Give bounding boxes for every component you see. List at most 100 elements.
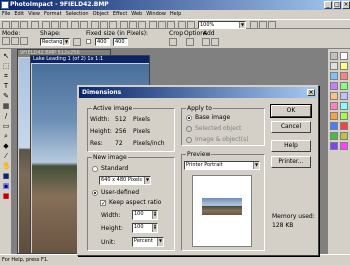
panel-icon[interactable] [330,92,338,100]
fixed-height-input[interactable]: 400 [113,38,128,46]
tool-e-icon[interactable] [129,21,137,29]
width-input[interactable]: 100 ▲ ▼ [132,210,158,220]
color-tool-icon[interactable]: ▣ [2,182,10,190]
panel-icon[interactable] [330,142,338,150]
print-icon[interactable] [31,21,39,29]
panel-icon[interactable] [340,142,348,150]
tool-d-icon[interactable] [120,21,128,29]
height-input[interactable]: 100 ▲ ▼ [132,223,158,233]
panel-icon[interactable] [330,62,338,70]
close-icon[interactable]: × [307,89,315,96]
fixed-size-checkbox[interactable] [86,39,91,44]
add-more-icon[interactable] [211,38,219,46]
help-button[interactable]: Help [271,140,311,152]
selection-tool-icon[interactable]: ⬚ [2,62,10,70]
foreground-color-icon[interactable]: ■ [2,192,10,200]
panel-icon[interactable] [330,52,338,60]
mode-new-icon[interactable] [2,37,10,45]
text-tool-icon[interactable]: T [2,82,10,90]
panel-icon[interactable] [340,132,348,140]
app-icon[interactable] [1,1,9,9]
new-icon[interactable] [2,21,10,29]
tool-f-icon[interactable] [138,21,146,29]
stamp-tool-icon[interactable]: ◆ [2,142,10,150]
panel-icon[interactable] [340,102,348,110]
panel-icon[interactable] [330,82,338,90]
menu-selection[interactable]: Selection [64,10,91,19]
options-icon[interactable] [186,38,194,46]
ok-button[interactable]: OK [270,104,312,118]
paste-icon[interactable] [60,21,68,29]
menu-file[interactable]: File [0,10,12,19]
image-objects-radio[interactable] [186,137,192,143]
height-spinner-icon[interactable]: ▲ ▼ [152,224,157,232]
menu-web[interactable]: Web [129,10,144,19]
menu-format[interactable]: Format [42,10,64,19]
width-spinner-icon[interactable]: ▲ ▼ [152,211,157,219]
save-icon[interactable] [20,21,28,29]
undo-icon[interactable] [71,21,79,29]
open-icon[interactable] [11,21,19,29]
chevron-down-icon[interactable]: ▼ [144,177,150,184]
panel-icon[interactable] [330,112,338,120]
printer-button[interactable]: Printer... [271,156,311,168]
menu-effect[interactable]: Effect [111,10,129,19]
zoom-tool-icon[interactable]: ⌕ [2,132,10,140]
crop-icon[interactable] [169,38,177,46]
copy-icon[interactable] [51,21,59,29]
unit-select[interactable]: Percent ▼ [132,237,164,247]
panel-icon[interactable] [340,52,348,60]
tool-j-icon[interactable] [178,21,186,29]
shape-tool-icon[interactable]: ■ [2,172,10,180]
zoom-select[interactable]: 100% ▼ [198,21,246,29]
close-icon[interactable]: × [342,1,350,9]
panel-icon[interactable] [340,92,348,100]
standard-radio[interactable] [92,166,98,172]
panel-icon[interactable] [330,132,338,140]
panel-icon[interactable] [330,122,338,130]
chevron-down-icon[interactable]: ▼ [157,238,163,246]
panel-icon[interactable] [340,122,348,130]
chevron-down-icon[interactable]: ▼ [253,162,259,169]
panel-icon[interactable] [330,102,338,110]
chevron-down-icon[interactable]: ▼ [63,39,69,45]
chevron-down-icon[interactable]: ▼ [239,22,245,28]
panel-icon[interactable] [340,112,348,120]
selected-object-radio[interactable] [186,126,192,132]
hand-tool-icon[interactable]: ✋ [2,162,11,170]
maximize-icon[interactable]: □ [333,1,341,9]
tool-n-icon[interactable] [268,21,276,29]
redo-icon[interactable] [80,21,88,29]
keep-aspect-checkbox[interactable]: ✓ [100,200,106,207]
menu-help[interactable]: Help [168,10,183,19]
mode-subtract-icon[interactable] [20,37,28,45]
menu-window[interactable]: Window [144,10,168,19]
brush-tool-icon[interactable]: / [2,112,10,120]
cancel-button[interactable]: Cancel [271,121,311,133]
preview-select[interactable]: Printer Portrait ▼ [184,161,260,170]
menu-edit[interactable]: Edit [12,10,26,19]
menu-object[interactable]: Object [91,10,111,19]
user-defined-radio[interactable] [92,190,98,196]
menu-view[interactable]: View [26,10,42,19]
minimize-icon[interactable]: _ [324,1,332,9]
paint-tool-icon[interactable]: ✎ [2,92,10,100]
tool-c-icon[interactable] [109,21,117,29]
shape-option-icon[interactable] [73,38,81,46]
tool-b-icon[interactable] [100,21,108,29]
cut-icon[interactable] [42,21,50,29]
fill-tool-icon[interactable]: ▦ [2,102,10,110]
base-image-radio[interactable] [186,115,192,121]
panel-icon[interactable] [340,82,348,90]
pick-tool-icon[interactable]: ↖ [2,52,10,60]
eraser-tool-icon[interactable]: ▭ [2,122,10,130]
shape-select[interactable]: Rectangle ▼ [40,38,70,46]
panel-icon[interactable] [340,72,348,80]
add-icon[interactable] [202,38,210,46]
crop-tool-icon[interactable]: ⌗ [2,72,10,80]
standard-size-select[interactable]: 640 x 480 Pixels ▼ [99,176,151,185]
tool-m-icon[interactable] [259,21,267,29]
mode-add-icon[interactable] [11,37,19,45]
panel-icon[interactable] [340,62,348,70]
tool-i-icon[interactable] [167,21,175,29]
